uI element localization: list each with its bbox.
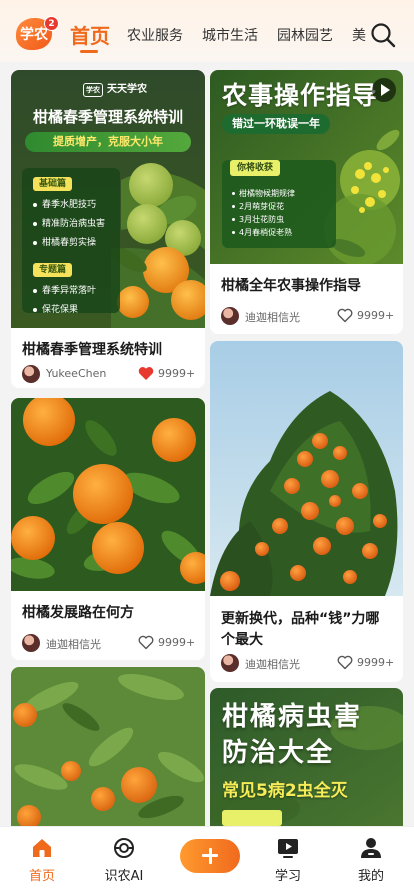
poster-item: 春季异常落叶	[33, 283, 96, 296]
poster-item: 春季水肥技巧	[33, 197, 96, 210]
poster-item: 2月萌芽促花	[232, 201, 284, 212]
notification-badge: 2	[44, 16, 59, 31]
logo-text: 学农	[20, 27, 48, 43]
nav-mine[interactable]: 我的	[336, 835, 406, 885]
author-name[interactable]: 迪迦相信光	[245, 656, 300, 672]
author-name[interactable]: YukeeChen	[46, 367, 106, 380]
poster-content-box: 你将收获 柑橘物候期规律 2月萌芽促花 3月壮花防虫 4月春梢促老熟	[222, 160, 336, 248]
poster-title: 农事操作指导	[222, 81, 379, 110]
card-image	[11, 398, 205, 591]
card-title: 柑橘发展路在何方	[22, 605, 134, 621]
bottom-navigation: 首页 识农AI 学习 我的	[0, 826, 414, 896]
heart-filled-icon[interactable]	[138, 366, 154, 381]
search-icon[interactable]	[370, 22, 396, 48]
card-title-line1: 更新换代，品种“钱”力哪	[221, 611, 380, 627]
feed-card[interactable]: 更新换代，品种“钱”力哪 个最大 迪迦相信光 9999+	[210, 341, 403, 682]
like-count: 9999+	[158, 367, 196, 380]
tab-agri-service[interactable]: 农业服务	[127, 25, 183, 45]
like-count: 9999+	[357, 656, 395, 669]
orange-orchard-photo	[11, 667, 205, 826]
tab-gardening[interactable]: 园林园艺	[277, 25, 333, 45]
card-poster: 学农 天天学农 柑橘春季管理系统特训 提质增产，克服大小年 基础篇 春季水肥技巧 …	[11, 70, 205, 328]
poster-section-tag: 专题篇	[33, 263, 73, 277]
feed-card[interactable]: 学农 天天学农 柑橘春季管理系统特训 提质增产，克服大小年 基础篇 春季水肥技巧 …	[11, 70, 205, 388]
card-meta: YukeeChen 9999+	[22, 364, 196, 384]
play-video-icon	[278, 839, 298, 858]
feed-card[interactable]	[11, 667, 205, 826]
heart-outline-icon[interactable]	[138, 635, 154, 650]
nav-ai-recognition[interactable]: 识农AI	[89, 835, 159, 885]
poster-item: 柑橘物候期规律	[232, 188, 295, 199]
card-meta: 迪迦相信光 9999+	[22, 633, 196, 653]
poster-item: 保花保果	[33, 302, 78, 315]
top-header: 学农 2 首页 农业服务 城市生活 园林园艺 美	[0, 0, 414, 62]
author-avatar[interactable]	[22, 365, 40, 383]
poster-slogan: 错过一环耽误一年	[222, 114, 330, 134]
tab-beauty[interactable]: 美	[352, 25, 366, 45]
card-title-line2: 个最大	[221, 632, 263, 648]
poster-item: 精准防治病虫害	[33, 216, 105, 229]
poster-item: 3月壮花防虫	[232, 214, 284, 225]
nav-label: 我的	[357, 869, 384, 884]
author-avatar[interactable]	[221, 307, 239, 325]
poster-brand: 学农 天天学农	[83, 80, 147, 97]
author-avatar[interactable]	[221, 654, 239, 672]
card-title: 柑橘春季管理系统特训	[22, 342, 162, 358]
active-tab-indicator	[80, 50, 98, 53]
oranges-photo	[11, 398, 205, 591]
poster-item: 柑橘春剪实操	[33, 235, 96, 248]
poster-title: 柑橘春季管理系统特训	[32, 108, 183, 126]
heart-outline-icon[interactable]	[337, 308, 353, 323]
poster-title-line2: 防治大全	[222, 738, 335, 768]
feed-card[interactable]: 农事操作指导 错过一环耽误一年 你将收获 柑橘物候期规律 2月萌芽促花 3月壮花…	[210, 70, 403, 334]
home-icon	[33, 839, 51, 857]
nav-label: 学习	[274, 869, 301, 884]
author-name[interactable]: 迪迦相信光	[46, 636, 101, 652]
poster-title-line1: 柑橘病虫害	[222, 702, 363, 732]
poster-slogan: 提质增产，克服大小年	[25, 132, 191, 152]
orange-tree-photo	[210, 341, 403, 596]
nav-home[interactable]: 首页	[7, 835, 77, 885]
user-icon	[361, 838, 381, 858]
card-poster: 农事操作指导 错过一环耽误一年 你将收获 柑橘物候期规律 2月萌芽促花 3月壮花…	[210, 70, 403, 264]
card-title: 柑橘全年农事操作指导	[221, 278, 361, 294]
nav-label: 识农AI	[104, 869, 144, 884]
heart-outline-icon[interactable]	[337, 655, 353, 670]
poster-section-tag: 基础篇	[33, 177, 73, 191]
feed-card[interactable]: 柑橘发展路在何方 迪迦相信光 9999+	[11, 398, 205, 660]
plus-icon[interactable]	[180, 839, 240, 873]
feed-card[interactable]: 柑橘病虫害 防治大全 常见5病2虫全灭	[210, 688, 403, 826]
author-name[interactable]: 迪迦相信光	[245, 309, 300, 325]
ai-scan-icon	[114, 838, 134, 858]
like-count: 9999+	[357, 309, 395, 322]
like-count: 9999+	[158, 636, 196, 649]
poster-subtitle: 常见5病2虫全灭	[222, 781, 348, 801]
tab-home[interactable]: 首页	[70, 20, 110, 49]
card-meta: 迪迦相信光 9999+	[221, 306, 395, 326]
nav-study[interactable]: 学习	[253, 835, 323, 885]
nav-label: 首页	[28, 869, 55, 884]
poster-box-tag: 你将收获	[230, 160, 281, 176]
card-image	[210, 341, 403, 596]
tab-city-life[interactable]: 城市生活	[202, 25, 258, 45]
category-tabs: 首页 农业服务 城市生活 园林园艺 美	[70, 20, 366, 56]
poster-item: 4月春梢促老熟	[232, 227, 292, 238]
play-icon[interactable]	[372, 78, 396, 102]
card-meta: 迪迦相信光 9999+	[221, 653, 395, 673]
author-avatar[interactable]	[22, 634, 40, 652]
